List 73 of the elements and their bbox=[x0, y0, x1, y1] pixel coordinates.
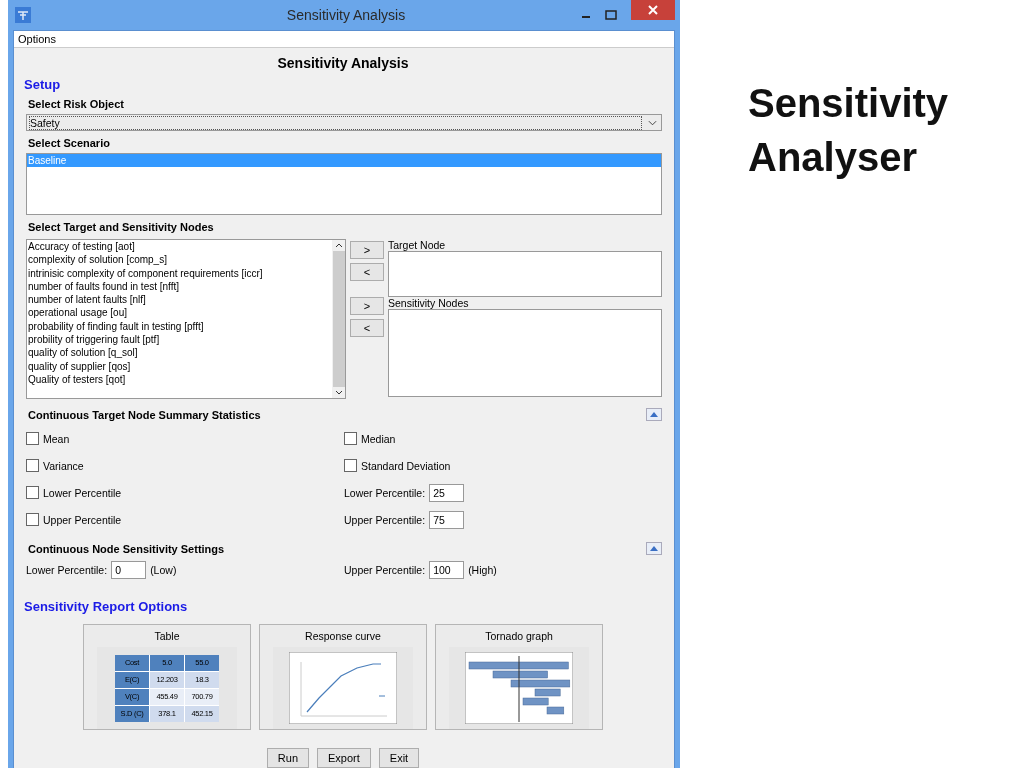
checkbox[interactable] bbox=[344, 432, 357, 445]
section-title: Continuous Node Sensitivity Settings bbox=[28, 543, 225, 555]
move-button[interactable]: < bbox=[350, 263, 384, 281]
maximize-icon[interactable] bbox=[605, 10, 617, 20]
checkbox-label: Variance bbox=[43, 459, 84, 472]
list-item[interactable]: number of latent faults [nlf] bbox=[27, 293, 332, 307]
checkbox[interactable] bbox=[26, 459, 39, 472]
field-label: Select Scenario bbox=[28, 137, 111, 149]
percentile-field[interactable]: 100 bbox=[429, 561, 465, 579]
option-title: Response curve bbox=[305, 630, 381, 642]
triangle-icon bbox=[650, 545, 658, 551]
field-label: Upper Percentile: bbox=[344, 513, 426, 526]
action-button[interactable]: Export bbox=[317, 748, 371, 768]
field-label: Lower Percentile: bbox=[344, 486, 426, 499]
field-note: (Low) bbox=[150, 564, 177, 576]
option-title: Table bbox=[154, 630, 180, 642]
list-item[interactable]: intrinisic complexity of component requirements [iccr] bbox=[27, 266, 332, 280]
list-item[interactable]: probility of triggering fault [ptf] bbox=[27, 333, 332, 347]
scroll-down-icon[interactable] bbox=[334, 390, 343, 395]
checkbox-label: Standard Deviation bbox=[361, 459, 451, 472]
list-item[interactable]: Quality of testers [qot] bbox=[27, 372, 332, 387]
field-note: (High) bbox=[468, 564, 497, 576]
list-item[interactable]: operational usage [ou] bbox=[27, 306, 332, 320]
field-label: Upper Percentile: bbox=[344, 564, 426, 576]
move-button[interactable]: > bbox=[350, 297, 384, 315]
field-label: Lower Percentile: bbox=[26, 564, 108, 576]
triangle-icon bbox=[650, 411, 658, 417]
checkbox-label: Median bbox=[361, 432, 396, 445]
scrollbar[interactable] bbox=[332, 240, 345, 398]
collapse-button[interactable] bbox=[646, 407, 662, 421]
percentile-field[interactable]: 75 bbox=[429, 510, 465, 529]
action-button[interactable]: Run bbox=[266, 748, 309, 768]
field-label: Select Risk Object bbox=[28, 98, 125, 110]
checkbox-label: Mean bbox=[43, 432, 70, 445]
sensitivity-node-list[interactable] bbox=[388, 309, 662, 397]
field-label: Target Node bbox=[388, 239, 447, 251]
section-title: Continuous Target Node Summary Statistics bbox=[28, 409, 261, 421]
list-item[interactable]: complexity of solution [comp_s] bbox=[27, 253, 332, 267]
app-icon bbox=[15, 7, 31, 23]
list-item[interactable]: probability of finding fault in testing [pfft] bbox=[27, 319, 332, 334]
close-button[interactable] bbox=[631, 0, 675, 20]
menu-item[interactable]: Options bbox=[18, 33, 56, 45]
page-heading: Sensitivity Analysis bbox=[276, 55, 410, 71]
collapse-button[interactable] bbox=[646, 541, 662, 555]
risk-object-dropdown[interactable]: Safety bbox=[26, 114, 662, 131]
checkbox[interactable] bbox=[26, 432, 39, 445]
checkbox[interactable] bbox=[344, 459, 357, 472]
percentile-field[interactable]: 0 bbox=[111, 561, 147, 579]
report-option-card[interactable]: Tornado graph bbox=[435, 624, 603, 730]
move-button[interactable]: < bbox=[350, 319, 384, 337]
field-label: Sensitivity Nodes bbox=[388, 297, 470, 309]
action-button[interactable]: Exit bbox=[378, 748, 420, 768]
field-label: Select Target and Sensitivity Nodes bbox=[28, 221, 215, 233]
checkbox-label: Upper Percentile bbox=[43, 513, 122, 526]
list-item[interactable]: quality of supplier [qos] bbox=[27, 359, 332, 373]
percentile-field[interactable]: 25 bbox=[429, 483, 465, 502]
section-title: Sensitivity Report Options bbox=[24, 599, 189, 614]
checkbox[interactable] bbox=[26, 486, 39, 499]
window-title: Sensitivity Analysis bbox=[285, 7, 407, 23]
slide-title: Sensitivity Analyser bbox=[748, 80, 950, 181]
target-node-list[interactable] bbox=[388, 251, 662, 297]
move-button[interactable]: > bbox=[350, 241, 384, 259]
close-icon bbox=[648, 5, 658, 15]
report-option-card[interactable]: Response curve bbox=[259, 624, 427, 730]
scroll-up-icon[interactable] bbox=[334, 243, 343, 248]
list-item[interactable]: quality of solution [q_sol] bbox=[27, 346, 332, 360]
section-title: Setup bbox=[24, 77, 62, 92]
list-item[interactable]: number of faults found in test [nfft] bbox=[27, 279, 332, 294]
option-title: Tornado graph bbox=[485, 630, 553, 642]
list-item[interactable]: Accuracy of testing [aot] bbox=[27, 240, 332, 254]
checkbox[interactable] bbox=[26, 513, 39, 526]
checkbox-label: Lower Percentile bbox=[43, 486, 122, 499]
caret-icon bbox=[648, 119, 657, 126]
